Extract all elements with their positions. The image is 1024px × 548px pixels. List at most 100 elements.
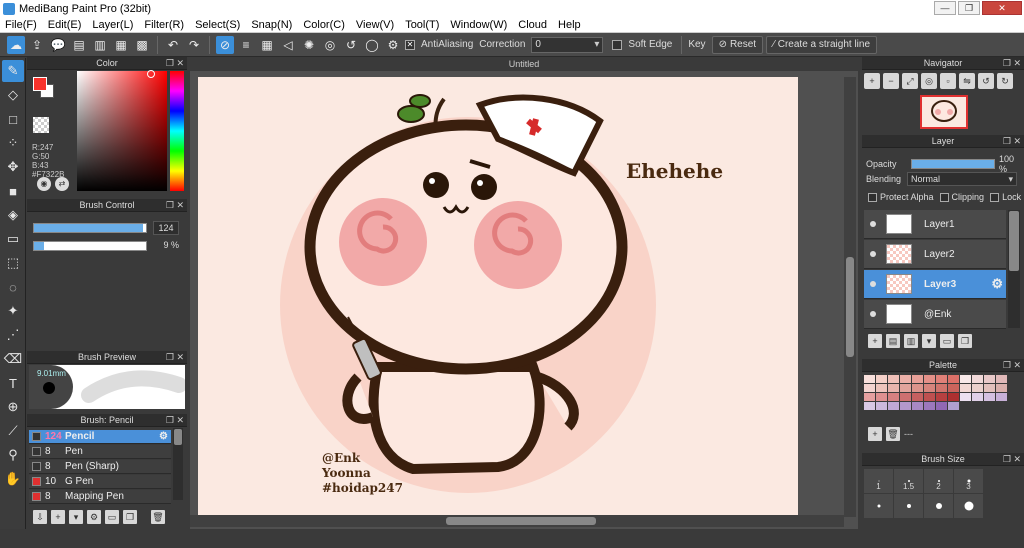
layer-item-layer1[interactable]: Layer1 xyxy=(864,210,1006,239)
snap-curve-icon[interactable]: ↺ xyxy=(342,36,360,54)
palette-swatch[interactable] xyxy=(888,393,899,401)
select-rect-tool-icon[interactable]: ⬚ xyxy=(2,252,24,274)
snap-grid-icon[interactable]: ▦ xyxy=(258,36,276,54)
blending-select[interactable]: Normal xyxy=(907,172,1018,186)
brush-tool-icon[interactable]: ✎ xyxy=(2,60,24,82)
palette-swatch[interactable] xyxy=(984,375,995,383)
document-icon[interactable]: ▤ xyxy=(70,36,88,54)
lock-checkbox[interactable] xyxy=(990,192,1000,202)
palette-swatch[interactable] xyxy=(924,402,935,410)
palette-swatch[interactable] xyxy=(948,393,959,401)
move-tool-icon[interactable]: ✥ xyxy=(2,156,24,178)
panel-controls[interactable]: ❐ ✕ xyxy=(166,351,184,364)
zoom-small-icon[interactable]: ▫ xyxy=(940,73,956,89)
scroll-thumb[interactable] xyxy=(1009,211,1019,271)
palette-swatch[interactable] xyxy=(876,384,887,392)
layer-item-enk[interactable]: @Enk xyxy=(864,300,1006,329)
hand-tool-icon[interactable]: ✋ xyxy=(2,468,24,490)
brush-item-pencil[interactable]: 124 Pencil ⚙ xyxy=(29,430,171,444)
palette-swatch[interactable] xyxy=(936,393,947,401)
palette-swatch[interactable] xyxy=(924,393,935,401)
clipping-checkbox[interactable] xyxy=(939,192,949,202)
layer-list-scrollbar[interactable] xyxy=(1008,210,1020,328)
upload-icon[interactable]: ⇪ xyxy=(28,36,46,54)
brush-settings-icon[interactable]: ⚙ xyxy=(87,510,101,524)
minimize-button[interactable]: — xyxy=(934,1,956,15)
snap-perspective-icon[interactable]: ◁ xyxy=(279,36,297,54)
brush-size-preset[interactable]: 1.5 xyxy=(894,469,923,493)
snap-radial-icon[interactable]: ✺ xyxy=(300,36,318,54)
palette-swatch[interactable] xyxy=(864,402,875,410)
brush-opacity-slider[interactable] xyxy=(33,241,147,251)
layer-item-layer3[interactable]: Layer3 ⚙ xyxy=(864,270,1006,299)
select-pen-tool-icon[interactable]: ⋰ xyxy=(2,324,24,346)
brush-size-slider[interactable] xyxy=(33,223,147,233)
menu-view[interactable]: View(V) xyxy=(356,19,394,31)
menu-color[interactable]: Color(C) xyxy=(303,19,345,31)
scroll-thumb[interactable] xyxy=(174,429,182,445)
palette-swatch[interactable] xyxy=(936,375,947,383)
layer-folder-icon[interactable]: ▭ xyxy=(940,334,954,348)
brush-size-preset[interactable] xyxy=(864,494,893,518)
brush-size-value[interactable]: 124 xyxy=(153,221,179,235)
text-tool-icon[interactable]: T xyxy=(2,372,24,394)
layer-item-layer2[interactable]: Layer2 xyxy=(864,240,1006,269)
gradient-tool-icon[interactable]: ▭ xyxy=(2,228,24,250)
palette-swatch[interactable] xyxy=(996,375,1007,383)
palette-swatch[interactable] xyxy=(972,375,983,383)
visibility-icon[interactable] xyxy=(870,311,876,317)
maximize-button[interactable]: ❐ xyxy=(958,1,980,15)
menu-layer[interactable]: Layer(L) xyxy=(92,19,133,31)
canvas-vertical-scrollbar[interactable] xyxy=(844,77,856,517)
snap-ellipse-icon[interactable]: ◯ xyxy=(363,36,381,54)
navigator-preview[interactable] xyxy=(920,95,968,129)
palette-swatch[interactable] xyxy=(948,402,959,410)
fit-icon[interactable]: ⤢ xyxy=(902,73,918,89)
flip-icon[interactable]: ⇋ xyxy=(959,73,975,89)
duplicate-layer-icon[interactable]: ❐ xyxy=(958,334,972,348)
palette-swatch[interactable] xyxy=(888,402,899,410)
menu-tool[interactable]: Tool(T) xyxy=(405,19,439,31)
rotate-right-icon[interactable]: ↻ xyxy=(997,73,1013,89)
dot-tool-icon[interactable]: ⁘ xyxy=(2,132,24,154)
operation-tool-icon[interactable]: ⊕ xyxy=(2,396,24,418)
palette-swatch[interactable] xyxy=(996,393,1007,401)
delete-palette-color-icon[interactable]: 🗑 xyxy=(886,427,900,441)
correction-select[interactable]: 0 xyxy=(531,36,604,53)
menu-edit[interactable]: Edit(E) xyxy=(48,19,82,31)
zoom-out-icon[interactable]: − xyxy=(883,73,899,89)
scroll-thumb[interactable] xyxy=(446,517,596,525)
redo-icon[interactable]: ↷ xyxy=(185,36,203,54)
protect-alpha-checkbox[interactable] xyxy=(868,192,877,202)
palette-swatch[interactable] xyxy=(948,375,959,383)
straight-line-button[interactable]: ⁄ Create a straight line xyxy=(766,35,878,54)
palette-swatch[interactable] xyxy=(876,393,887,401)
palette-swatch[interactable] xyxy=(924,384,935,392)
brush-size-preset[interactable] xyxy=(924,494,953,518)
rotate-left-icon[interactable]: ↺ xyxy=(978,73,994,89)
bucket-tool-icon[interactable]: ◈ xyxy=(2,204,24,226)
material-icon[interactable]: ▦ xyxy=(112,36,130,54)
panel-controls[interactable]: ❐ ✕ xyxy=(1003,57,1021,70)
cloud-icon[interactable]: ☁ xyxy=(7,35,25,54)
palette-swatch[interactable] xyxy=(888,375,899,383)
lasso-tool-icon[interactable]: ◌ xyxy=(2,276,24,298)
palette-swatch[interactable] xyxy=(960,393,971,401)
brush-item-pen[interactable]: 8 Pen xyxy=(29,445,171,459)
palette-swatch[interactable] xyxy=(912,375,923,383)
gear-icon[interactable]: ⚙ xyxy=(159,431,168,442)
palette-swatch[interactable] xyxy=(984,384,995,392)
menu-file[interactable]: File(F) xyxy=(5,19,37,31)
panel-controls[interactable]: ❐ ✕ xyxy=(166,57,184,70)
select-eraser-tool-icon[interactable]: ⌫ xyxy=(2,348,24,370)
menu-select[interactable]: Select(S) xyxy=(195,19,240,31)
antialiasing-checkbox[interactable]: ✕ xyxy=(405,39,415,50)
brush-size-preset[interactable] xyxy=(894,494,923,518)
folder-icon[interactable]: ▭ xyxy=(105,510,119,524)
menu-help[interactable]: Help xyxy=(558,19,581,31)
palette-swatch[interactable] xyxy=(864,375,875,383)
snap-circle-icon[interactable]: ◎ xyxy=(321,36,339,54)
trash-icon[interactable]: 🗑 xyxy=(151,510,165,524)
undo-icon[interactable]: ↶ xyxy=(164,36,182,54)
panel-controls[interactable]: ❐ ✕ xyxy=(1003,453,1021,466)
